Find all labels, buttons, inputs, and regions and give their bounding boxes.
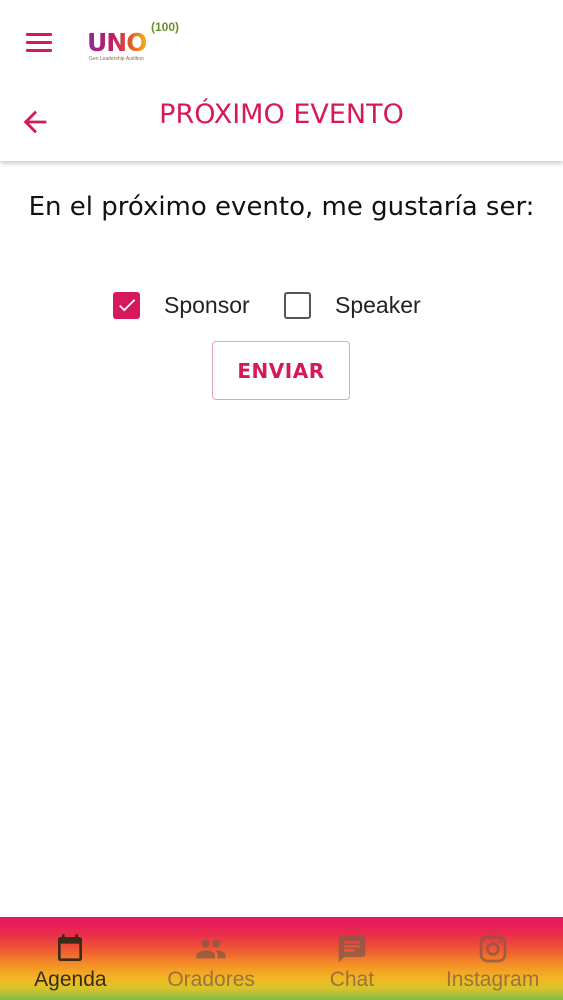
nav-label-instagram: Instagram [445,968,540,991]
logo-text: UNO [87,28,147,57]
bottom-navigation: Agenda Oradores Chat Instagram [0,917,563,1000]
question-text: En el próximo evento, me gustaría ser: [28,192,535,222]
option-speaker[interactable]: Speaker [284,290,421,320]
menu-icon-line [26,33,52,36]
page-title: PRÓXIMO EVENTO [159,99,404,130]
nav-item-oradores[interactable]: Oradores [141,917,282,1000]
chat-icon [338,935,366,963]
speaker-checkbox[interactable] [284,291,311,319]
menu-icon-line [26,49,52,52]
nav-item-agenda[interactable]: Agenda [0,917,141,1000]
nav-label-agenda: Agenda [34,968,107,991]
send-button[interactable]: ENVIAR [212,341,350,400]
logo-superscript: (100) [151,20,180,34]
nav-label-chat: Chat [329,968,375,991]
page-header: PRÓXIMO EVENTO [0,85,563,161]
instagram-icon [479,935,506,963]
nav-label-oradores: Oradores [167,968,255,991]
people-icon [196,939,226,959]
top-bar: UNO (100) Geo Leadership Audition [0,0,563,85]
nav-item-instagram[interactable]: Instagram [422,917,563,1000]
speaker-label: Speaker [335,291,421,318]
menu-icon-line [26,41,52,44]
logo-tagline: Geo Leadership Audition [89,56,144,62]
sponsor-label: Sponsor [164,291,250,318]
nav-item-chat[interactable]: Chat [282,917,423,1000]
calendar-icon [58,934,83,961]
sponsor-checkbox[interactable] [113,291,140,319]
hamburger-menu-button[interactable] [24,31,56,55]
app-logo: UNO (100) Geo Leadership Audition [87,18,197,66]
check-icon [118,299,135,312]
option-sponsor[interactable]: Sponsor [113,290,250,320]
